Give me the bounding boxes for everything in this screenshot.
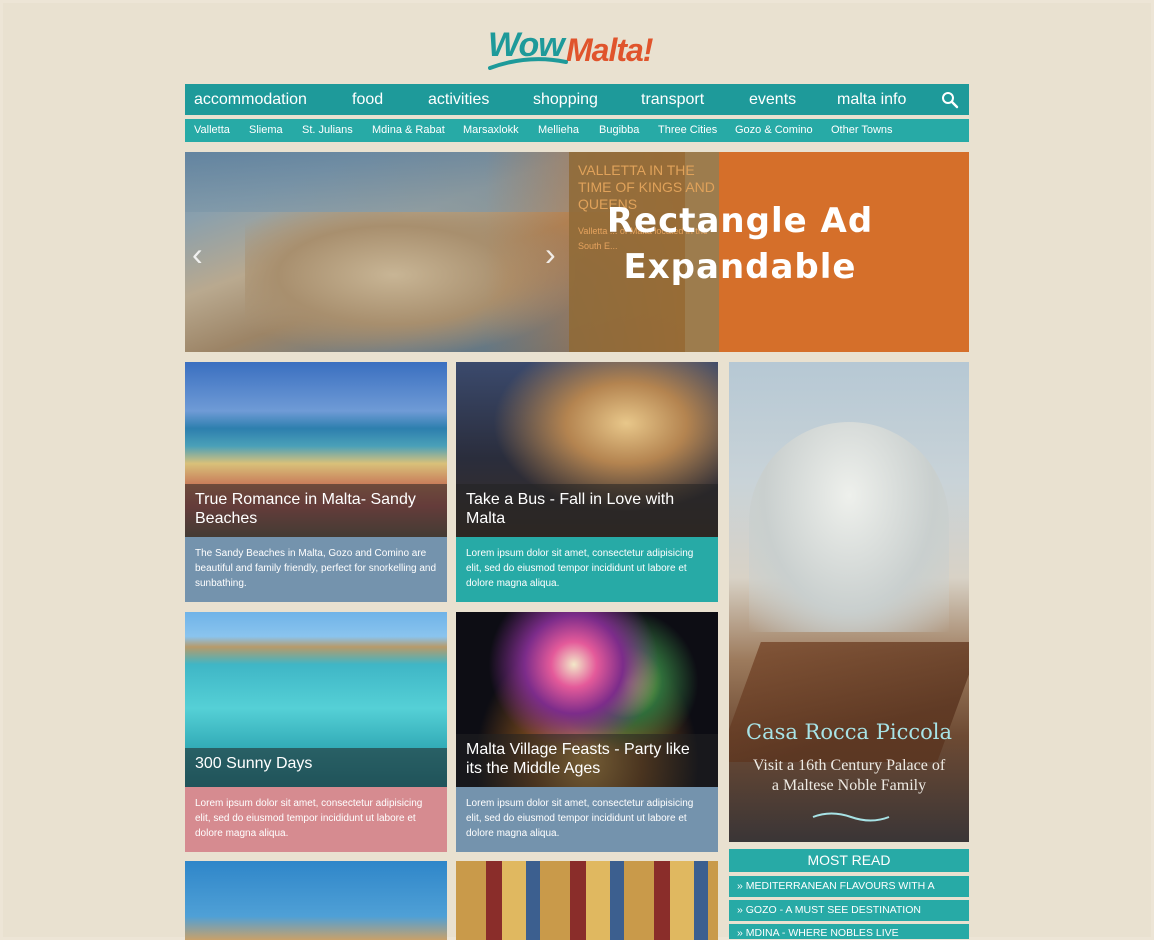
search-icon[interactable] bbox=[941, 91, 959, 109]
hero-slider[interactable]: VALLETTA IN THE TIME OF KINGS AND QUEENS… bbox=[185, 152, 969, 352]
most-read-item[interactable]: » GOZO - A MUST SEE DESTINATION bbox=[729, 900, 969, 921]
most-read-heading: MOST READ bbox=[729, 849, 969, 872]
nav-food[interactable]: food bbox=[352, 84, 383, 115]
town-gozo-comino[interactable]: Gozo & Comino bbox=[735, 119, 813, 142]
card-title: True Romance in Malta- Sandy Beaches bbox=[185, 484, 447, 537]
nav-activities[interactable]: activities bbox=[428, 84, 489, 115]
nav-shopping[interactable]: shopping bbox=[533, 84, 598, 115]
card-image-church bbox=[185, 861, 447, 940]
ad-subtitle: Visit a 16th Century Palace of a Maltese… bbox=[752, 757, 946, 794]
town-three-cities[interactable]: Three Cities bbox=[658, 119, 717, 142]
most-read-widget: MOST READ » MEDITERRANEAN FLAVOURS WITH … bbox=[729, 849, 969, 939]
card-image-balconies bbox=[456, 861, 718, 940]
most-read-item[interactable]: » MEDITERRANEAN FLAVOURS WITH A bbox=[729, 876, 969, 897]
palace-archway bbox=[749, 422, 949, 632]
rectangle-ad-label[interactable]: Rectangle Ad Expandable bbox=[545, 198, 935, 290]
chevron-left-icon[interactable]: ‹ bbox=[192, 236, 203, 273]
ad-line-1: Rectangle Ad bbox=[606, 201, 874, 241]
town-bugibba[interactable]: Bugibba bbox=[599, 119, 639, 142]
town-valletta[interactable]: Valletta bbox=[194, 119, 230, 142]
article-card[interactable]: 300 Sunny Days Lorem ipsum dolor sit ame… bbox=[185, 612, 447, 852]
card-title: 300 Sunny Days bbox=[185, 748, 447, 787]
main-nav: accommodation food activities shopping t… bbox=[185, 84, 969, 115]
town-sliema[interactable]: Sliema bbox=[249, 119, 283, 142]
card-text: Lorem ipsum dolor sit amet, consectetur … bbox=[456, 537, 718, 602]
article-card[interactable] bbox=[185, 861, 447, 940]
town-nav: Valletta Sliema St. Julians Mdina & Raba… bbox=[185, 119, 969, 142]
card-text: Lorem ipsum dolor sit amet, consectetur … bbox=[185, 787, 447, 852]
nav-malta-info[interactable]: malta info bbox=[837, 84, 906, 115]
card-title: Take a Bus - Fall in Love with Malta bbox=[456, 484, 718, 537]
card-text: Lorem ipsum dolor sit amet, consectetur … bbox=[456, 787, 718, 852]
card-text: The Sandy Beaches in Malta, Gozo and Com… bbox=[185, 537, 447, 602]
article-card[interactable]: Take a Bus - Fall in Love with Malta Lor… bbox=[456, 362, 718, 602]
article-card[interactable] bbox=[456, 861, 718, 940]
ad-title: Casa Rocca Piccola bbox=[746, 720, 952, 744]
town-st-julians[interactable]: St. Julians bbox=[302, 119, 353, 142]
ad-line-2: Expandable bbox=[623, 247, 857, 287]
town-mdina-rabat[interactable]: Mdina & Rabat bbox=[372, 119, 445, 142]
town-other-towns[interactable]: Other Towns bbox=[831, 119, 893, 142]
article-card[interactable]: True Romance in Malta- Sandy Beaches The… bbox=[185, 362, 447, 602]
nav-accommodation[interactable]: accommodation bbox=[194, 84, 307, 115]
site-logo[interactable]: Wow Malta! bbox=[488, 26, 668, 74]
logo-malta: Malta! bbox=[566, 32, 653, 68]
chevron-right-icon[interactable]: › bbox=[545, 236, 556, 273]
palace-table bbox=[729, 642, 969, 762]
card-title: Malta Village Feasts - Party like its th… bbox=[456, 734, 718, 787]
logo-swoosh-icon bbox=[488, 57, 568, 70]
nav-events[interactable]: events bbox=[749, 84, 796, 115]
casa-rocca-ad[interactable]: Casa Rocca Piccola Visit a 16th Century … bbox=[729, 362, 969, 842]
town-mellieha[interactable]: Mellieha bbox=[538, 119, 579, 142]
most-read-item[interactable]: » MDINA - WHERE NOBLES LIVE bbox=[729, 924, 969, 939]
article-card[interactable]: Malta Village Feasts - Party like its th… bbox=[456, 612, 718, 852]
town-marsaxlokk[interactable]: Marsaxlokk bbox=[463, 119, 519, 142]
ornament-icon bbox=[812, 812, 890, 822]
nav-transport[interactable]: transport bbox=[641, 84, 704, 115]
